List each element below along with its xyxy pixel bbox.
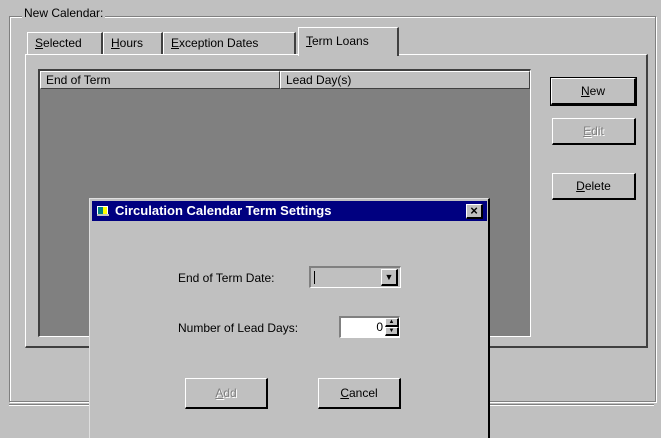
dialog-titlebar[interactable]: Circulation Calendar Term Settings ×: [92, 201, 487, 221]
tab-term-loans[interactable]: Term Loans: [298, 27, 399, 56]
dropdown-button[interactable]: ▼: [381, 269, 398, 286]
tab-selected[interactable]: Selected: [27, 32, 103, 54]
end-of-term-date-dropdown[interactable]: ▼: [309, 266, 401, 288]
lead-days-spinner[interactable]: 0 ▲ ▼: [339, 316, 400, 338]
lead-days-label: Number of Lead Days:: [178, 321, 299, 335]
new-button[interactable]: New: [550, 77, 637, 106]
spin-down-button[interactable]: ▼: [385, 327, 399, 336]
delete-button[interactable]: Delete: [552, 173, 636, 200]
text-cursor: [314, 271, 315, 284]
tab-hours[interactable]: Hours: [103, 32, 163, 54]
close-icon: ×: [470, 203, 478, 218]
group-legend: New Calendar:: [22, 6, 106, 20]
arrow-up-icon: ▲: [388, 319, 395, 325]
add-button[interactable]: Add: [185, 378, 268, 409]
spin-up-button[interactable]: ▲: [385, 318, 399, 327]
column-header-lead-days[interactable]: Lead Day(s): [280, 71, 530, 89]
end-of-term-label: End of Term Date:: [178, 271, 275, 285]
term-settings-dialog: Circulation Calendar Term Settings × End…: [89, 198, 490, 438]
arrow-down-icon: ▼: [388, 328, 395, 334]
lead-days-value: 0: [376, 320, 383, 334]
app-icon: [96, 204, 110, 217]
edit-button[interactable]: Edit: [552, 118, 636, 145]
tab-exception-dates[interactable]: Exception Dates: [163, 32, 296, 54]
dialog-title: Circulation Calendar Term Settings: [115, 203, 332, 218]
column-header-end-of-term[interactable]: End of Term: [40, 71, 280, 89]
cancel-button[interactable]: Cancel: [318, 378, 401, 409]
close-button[interactable]: ×: [466, 204, 483, 219]
chevron-down-icon: ▼: [384, 272, 394, 282]
